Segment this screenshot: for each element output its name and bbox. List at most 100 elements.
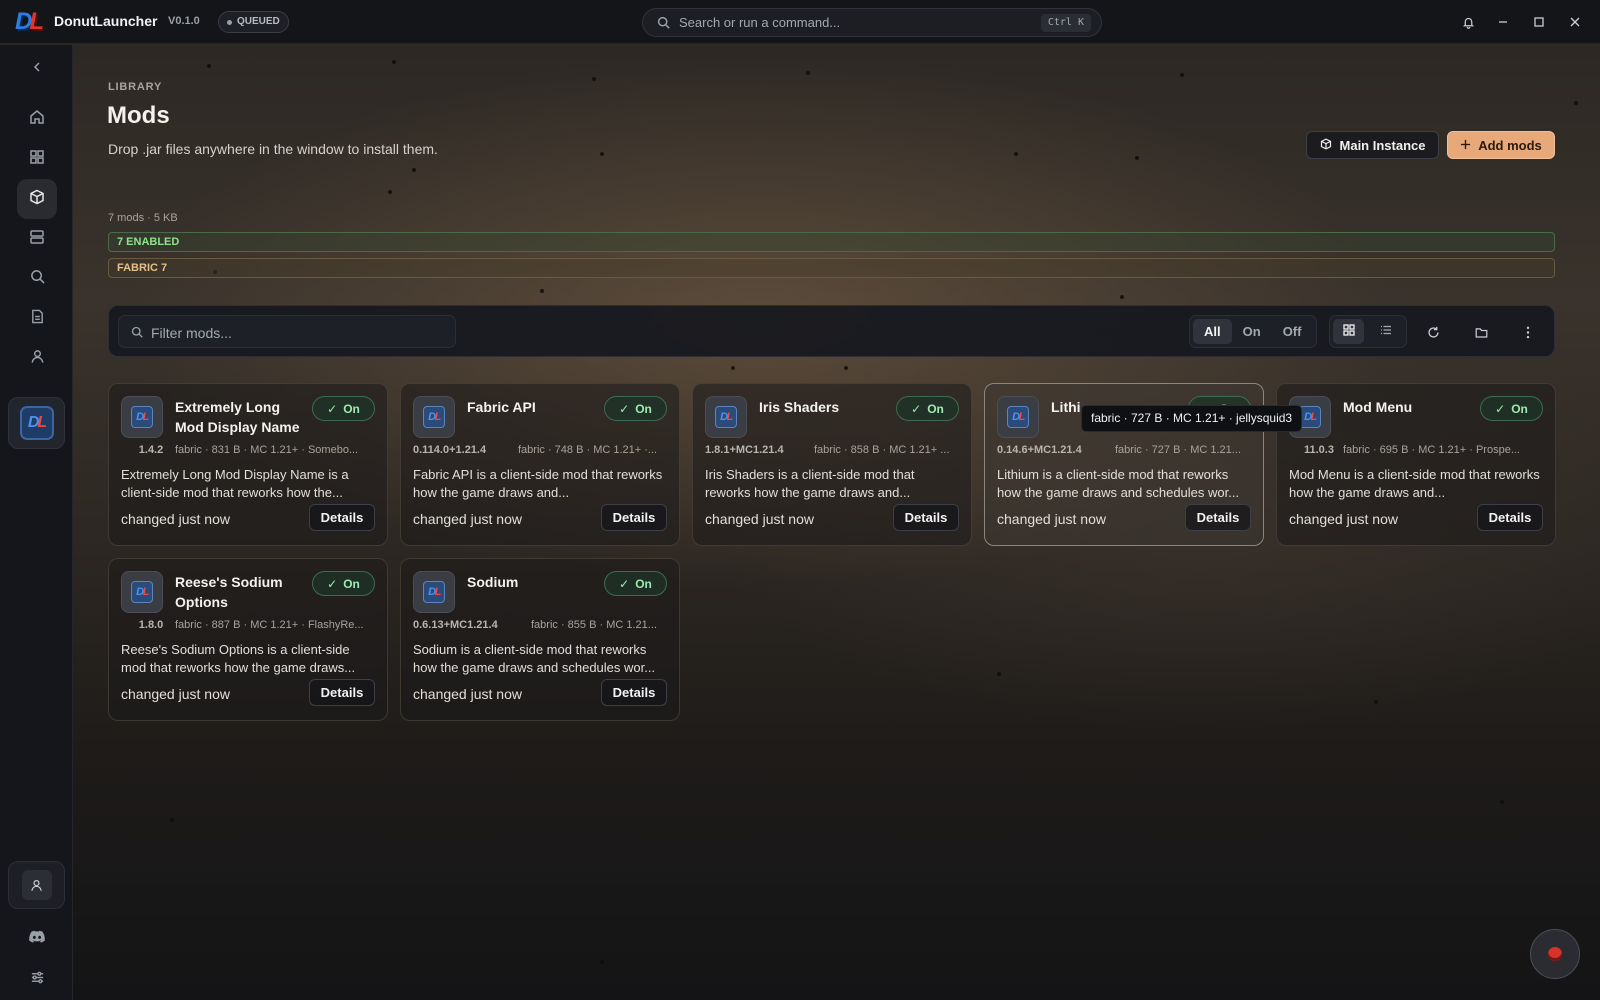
instance-logo: DL: [19, 406, 54, 440]
background-speck: [731, 366, 735, 370]
discord-icon[interactable]: [17, 917, 57, 957]
maximize-icon[interactable]: [1529, 12, 1549, 32]
sidebar-item-logs[interactable]: [17, 299, 57, 339]
background-speck: [1374, 700, 1378, 704]
background-speck: [170, 818, 174, 822]
app-logo: DL: [14, 8, 44, 35]
mod-card[interactable]: DL Sodium ✓ On 0.6.13+MC1.21.4 fabric · 8…: [400, 558, 680, 721]
background-speck: [207, 64, 211, 68]
mod-changed: changed just now: [1289, 511, 1398, 527]
mod-meta: fabric · 727 B · MC 1.21...: [1115, 444, 1241, 456]
close-icon[interactable]: [1565, 12, 1585, 32]
mod-toggle[interactable]: ✓ On: [312, 396, 375, 421]
page-subtitle: Drop .jar files anywhere in the window t…: [108, 141, 438, 157]
details-button[interactable]: Details: [601, 504, 667, 531]
details-button[interactable]: Details: [1477, 504, 1543, 531]
filter-mods-input[interactable]: [151, 323, 441, 343]
mod-changed: changed just now: [705, 511, 814, 527]
search-icon: [657, 16, 670, 34]
page-title: Mods: [107, 102, 170, 129]
toggle-label: On: [343, 401, 360, 416]
enabled-filter-chip[interactable]: 7 ENABLED: [108, 232, 1555, 252]
package-icon: [1320, 137, 1332, 153]
sidebar-item-profile[interactable]: [17, 339, 57, 379]
background-speck: [997, 672, 1001, 676]
main-instance-button[interactable]: Main Instance: [1306, 131, 1439, 159]
grid-view-button[interactable]: [1333, 319, 1364, 344]
command-search-bar[interactable]: Search or run a command... Ctrl K: [642, 8, 1102, 37]
segment-on[interactable]: On: [1232, 319, 1272, 344]
sidebar-item-instances[interactable]: [17, 139, 57, 179]
more-vertical-icon[interactable]: [1518, 322, 1538, 342]
mod-description: Extremely Long Mod Display Name is a cli…: [121, 467, 349, 500]
sidebar-item-mods[interactable]: [17, 179, 57, 219]
list-view-button[interactable]: [1370, 319, 1401, 344]
record-icon: [1548, 947, 1562, 961]
details-button[interactable]: Details: [601, 679, 667, 706]
mod-card[interactable]: DL Fabric API ✓ On 0.114.0+1.21.4 fabric …: [400, 383, 680, 546]
add-mods-button[interactable]: Add mods: [1447, 131, 1555, 159]
mod-meta-tooltip: fabric · 727 B · MC 1.21+ · jellysquid3: [1081, 405, 1303, 432]
sidebar-item-servers[interactable]: [17, 219, 57, 259]
chevron-left-icon[interactable]: [17, 52, 57, 82]
mods-stats: 7 mods · 5 KB: [108, 212, 178, 224]
sidebar-item-browse[interactable]: [17, 259, 57, 299]
grid-icon: [29, 149, 45, 170]
queue-status-badge[interactable]: QUEUED: [218, 11, 289, 33]
mod-icon: DL: [997, 396, 1039, 438]
background-speck: [540, 289, 544, 293]
mod-card[interactable]: DL Iris Shaders ✓ On 1.8.1+MC1.21.4 fabri…: [692, 383, 972, 546]
document-icon: [30, 309, 45, 329]
toggle-label: On: [635, 576, 652, 591]
package-icon: [29, 189, 45, 210]
details-button[interactable]: Details: [893, 504, 959, 531]
segment-all[interactable]: All: [1193, 319, 1232, 344]
background-speck: [600, 960, 604, 964]
mod-toggle[interactable]: ✓ On: [604, 571, 667, 596]
segment-off[interactable]: Off: [1272, 319, 1313, 344]
details-button[interactable]: Details: [309, 679, 375, 706]
view-mode-toggle: [1329, 315, 1407, 348]
search-icon: [131, 325, 143, 343]
mod-meta: fabric · 695 B · MC 1.21+ · Prospe...: [1343, 444, 1520, 456]
mod-toggle[interactable]: ✓ On: [604, 396, 667, 421]
mod-icon: DL: [413, 571, 455, 613]
mod-description: Sodium is a client-side mod that reworks…: [413, 642, 656, 675]
details-button[interactable]: Details: [309, 504, 375, 531]
minimize-icon[interactable]: [1493, 12, 1513, 32]
check-icon: ✓: [1495, 401, 1506, 416]
background-speck: [388, 190, 392, 194]
details-button[interactable]: Details: [1185, 504, 1251, 531]
account-button[interactable]: [8, 861, 65, 909]
filter-box: [118, 315, 456, 348]
mod-changed: changed just now: [413, 686, 522, 702]
mod-card[interactable]: DL Reese's Sodium Options ✓ On 1.8.0 fabr…: [108, 558, 388, 721]
background-speck: [600, 152, 604, 156]
mod-card[interactable]: DL Mod Menu ✓ On 11.0.3 fabric · 695 B · …: [1276, 383, 1556, 546]
mod-toggle[interactable]: ✓ On: [312, 571, 375, 596]
sidebar-item-home[interactable]: [17, 99, 57, 139]
mod-changed: changed just now: [121, 511, 230, 527]
mod-toggle[interactable]: ✓ On: [896, 396, 959, 421]
toggle-label: On: [343, 576, 360, 591]
mod-description: Lithium is a client-side mod that rework…: [997, 467, 1240, 500]
loader-filter-chip[interactable]: FABRIC 7: [108, 258, 1555, 278]
bell-icon[interactable]: [1458, 12, 1478, 32]
toggle-label: On: [927, 401, 944, 416]
mod-description: Mod Menu is a client-side mod that rewor…: [1289, 467, 1540, 500]
refresh-icon[interactable]: [1423, 322, 1443, 342]
home-icon: [29, 109, 45, 130]
mod-toggle[interactable]: ✓ On: [1480, 396, 1543, 421]
instance-tile[interactable]: DL: [8, 397, 65, 449]
background-speck: [1120, 295, 1124, 299]
mod-name: Sodium: [467, 574, 519, 590]
mod-description: Fabric API is a client-side mod that rew…: [413, 467, 663, 500]
folder-icon[interactable]: [1471, 322, 1491, 342]
floating-action-button[interactable]: [1530, 929, 1580, 979]
mod-card[interactable]: DL Extremely Long Mod Display Name ✓ On 1…: [108, 383, 388, 546]
plus-icon: [1460, 138, 1471, 153]
background-speck: [806, 71, 810, 75]
sliders-icon[interactable]: [17, 957, 57, 997]
background-speck: [1574, 101, 1578, 105]
mod-version: 1.8.1+MC1.21.4: [705, 444, 784, 456]
